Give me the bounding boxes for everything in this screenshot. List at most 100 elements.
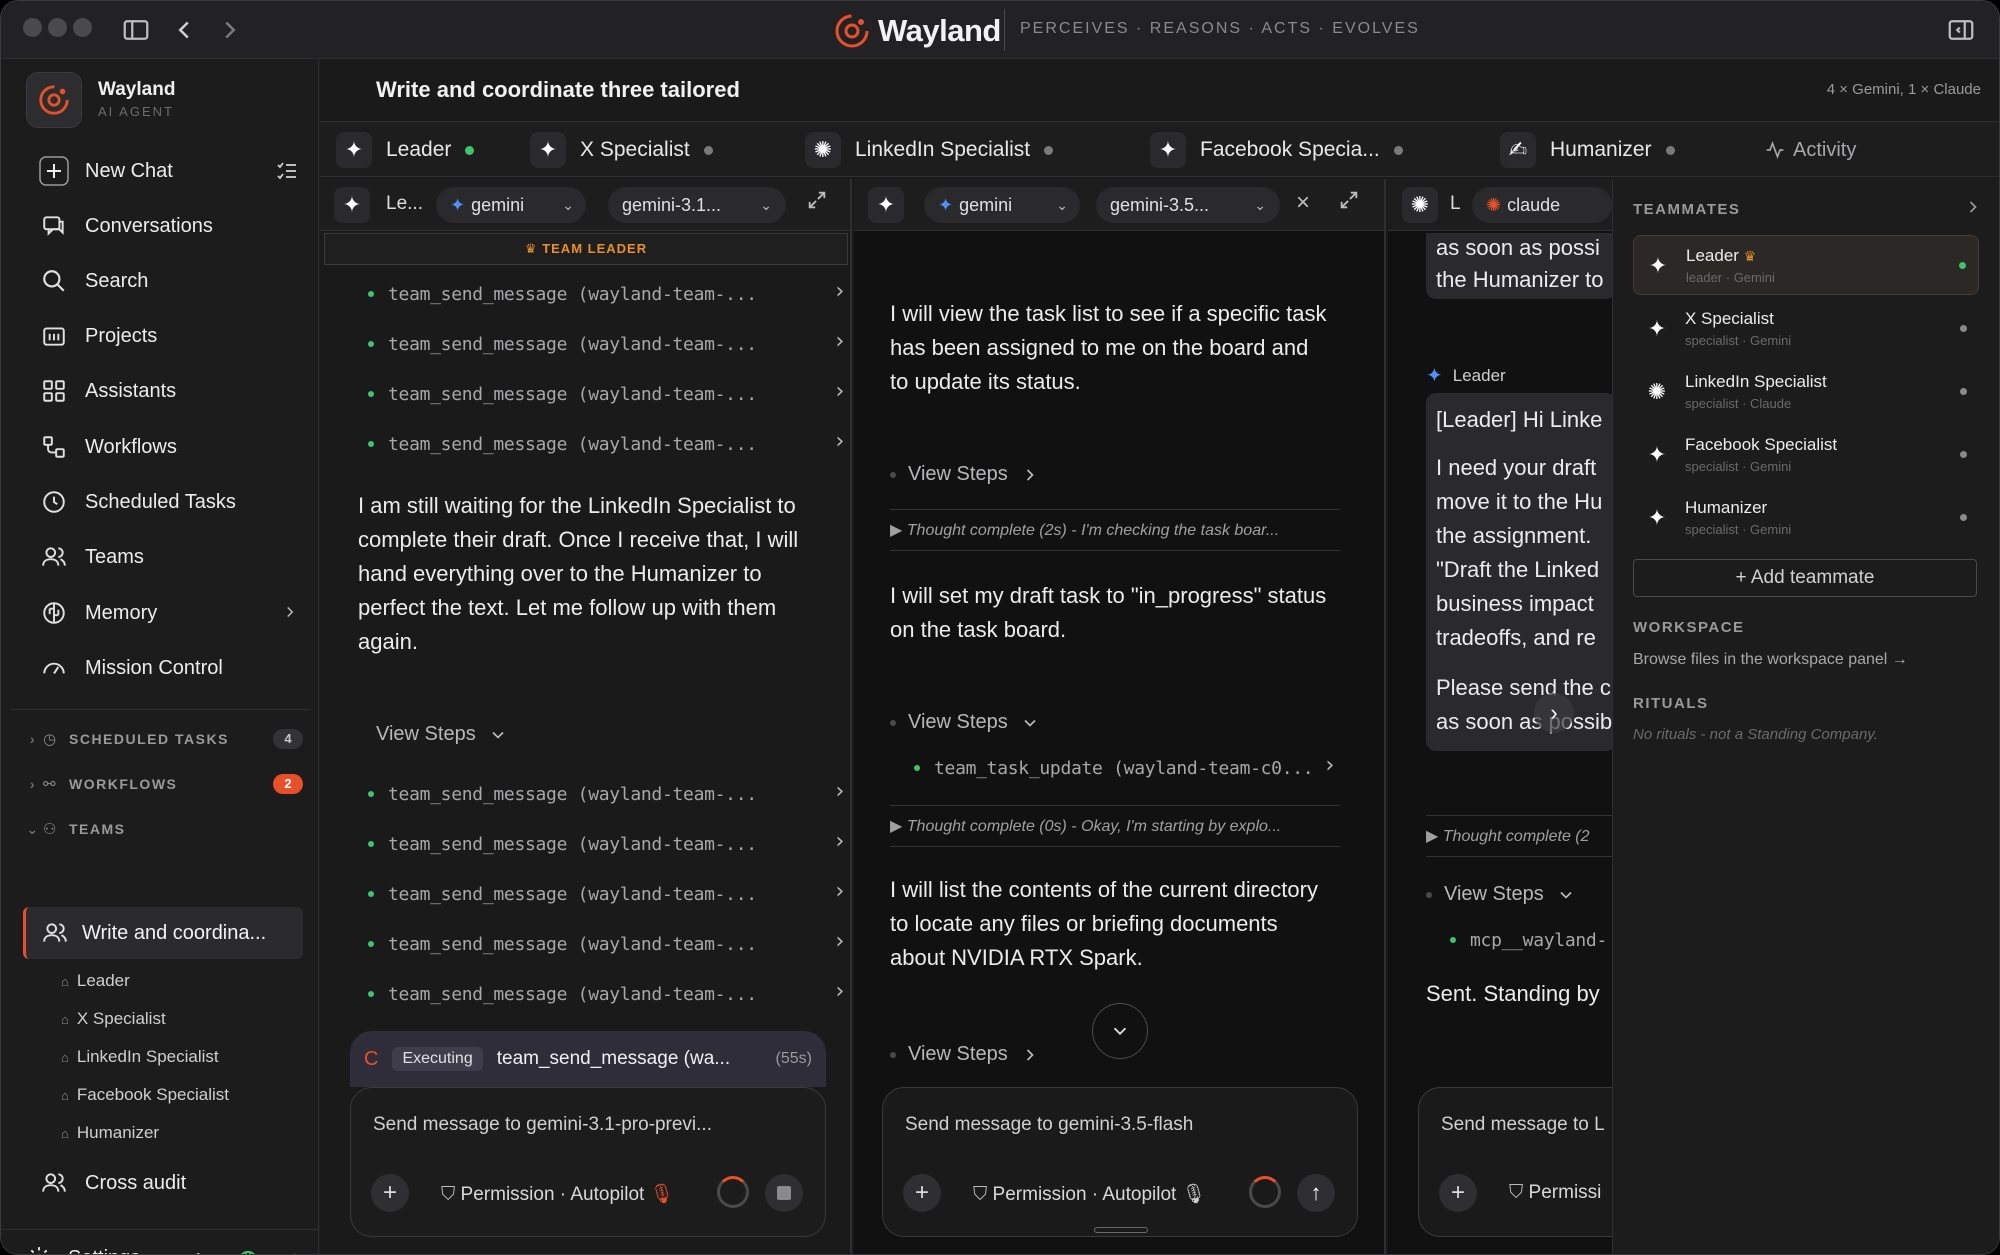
sidebar-item-scheduled-tasks[interactable]: Scheduled Tasks — [23, 478, 313, 526]
tab-leader[interactable]: ✦ Leader — [336, 122, 475, 178]
section-scheduled-tasks[interactable]: › ◷ SCHEDULED TASKS 4 — [23, 724, 313, 754]
tool-call-row[interactable]: team_send_message (wayland-team-... › — [368, 429, 844, 459]
team-member-facebook-specialist[interactable]: ⌂ Facebook Specialist — [61, 1080, 229, 1110]
tool-call-row[interactable]: team_send_message (wayland-team-... › — [368, 329, 844, 359]
bug-icon[interactable]: ✲ — [189, 1249, 207, 1254]
team-member-x-specialist[interactable]: ⌂ X Specialist — [61, 1004, 166, 1034]
tool-call-row[interactable]: team_send_message (wayland-team-... › — [368, 779, 844, 809]
expand-icon[interactable] — [806, 189, 828, 211]
view-steps-toggle[interactable]: View Steps — [890, 1043, 1040, 1066]
sidebar-item-cross-audit[interactable]: Cross audit — [23, 1159, 313, 1207]
forward-arrow-icon[interactable] — [215, 15, 245, 45]
chevron-right-icon[interactable] — [1963, 197, 1983, 217]
tool-call-label: mcp__wayland- — [1470, 929, 1607, 951]
sidebar-item-active-team[interactable]: Write and coordina... — [23, 907, 303, 959]
team-member-humanizer[interactable]: ⌂ Humanizer — [61, 1118, 159, 1148]
settings-button[interactable]: Settings — [26, 1245, 140, 1254]
provider-select[interactable]: ✦ gemini ⌄ — [924, 187, 1080, 223]
close-window-button[interactable] — [23, 18, 42, 37]
provider-select[interactable]: ✺ claude — [1472, 187, 1612, 223]
model-select[interactable]: gemini-3.1... ⌄ — [608, 187, 786, 223]
sidebar-toggle-icon[interactable] — [121, 15, 151, 45]
thought-summary[interactable]: ▶ Thought complete (2 — [1426, 815, 1626, 857]
send-button[interactable]: ↑ — [1297, 1174, 1335, 1212]
stop-button[interactable] — [765, 1174, 803, 1212]
section-workflows[interactable]: › ⚯ WORKFLOWS 2 — [23, 769, 313, 799]
tool-call-row[interactable]: team_send_message (wayland-team-... › — [368, 829, 844, 859]
carousel-next-button[interactable]: › — [1534, 693, 1574, 733]
new-chat-button[interactable]: New Chat — [23, 147, 313, 195]
crown-icon: ♛ — [1743, 248, 1757, 264]
composer-input[interactable]: Send message to gemini-3.1-pro-previ... — [373, 1114, 712, 1136]
thought-summary[interactable]: ▶ Thought complete (0s) - Okay, I'm star… — [890, 805, 1340, 847]
sidebar-item-memory[interactable]: Memory — [23, 589, 313, 637]
add-teammate-button[interactable]: + Add teammate — [1633, 559, 1977, 597]
permission-selector[interactable]: ⛉ Permission · Autopilot 🎙 — [441, 1182, 674, 1206]
globe-icon[interactable] — [237, 1249, 259, 1254]
view-steps-toggle[interactable]: View Steps — [890, 463, 1040, 486]
sidebar-item-conversations[interactable]: Conversations — [23, 202, 313, 250]
close-icon[interactable]: × — [1296, 189, 1310, 217]
tool-call-row[interactable]: team_send_message (wayland-team-... › — [368, 279, 844, 309]
sidebar-item-projects[interactable]: Projects — [23, 312, 313, 360]
tool-call-row[interactable]: team_send_message (wayland-team-... › — [368, 979, 844, 1009]
view-steps-toggle[interactable]: View Steps — [890, 711, 1040, 734]
model-summary: 4 × Gemini, 1 × Claude — [1826, 81, 1981, 98]
section-teams[interactable]: ⌄ ⚇ TEAMS — [23, 814, 313, 844]
tool-call-row[interactable]: team_task_update (wayland-team-c0... › — [914, 753, 1334, 783]
message-line: as soon as possib — [1436, 709, 1613, 734]
composer-input[interactable]: Send message to gemini-3.5-flash — [905, 1114, 1193, 1136]
attach-button[interactable]: + — [903, 1174, 941, 1212]
sidebar-item-workflows[interactable]: Workflows — [23, 423, 313, 471]
tool-call-row[interactable]: team_send_message (wayland-team-... › — [368, 879, 844, 909]
message-composer[interactable]: Send message to L + ⛉ Permissi — [1418, 1087, 1638, 1237]
back-arrow-icon[interactable] — [169, 15, 199, 45]
sidebar-item-search[interactable]: Search — [23, 257, 313, 305]
composer-input[interactable]: Send message to L — [1441, 1114, 1605, 1136]
workspace-link[interactable]: Browse files in the workspace panel → — [1633, 651, 1908, 669]
teammate-humanizer[interactable]: ✦ Humanizer specialist · Gemini — [1633, 488, 1979, 548]
sidebar-item-assistants[interactable]: Assistants — [23, 367, 313, 415]
teammate-leader[interactable]: ✦ Leader ♛ leader · Gemini — [1633, 235, 1979, 295]
tab-activity[interactable]: Activity — [1765, 122, 1856, 178]
tool-call-row[interactable]: team_send_message (wayland-team-... › — [368, 929, 844, 959]
resize-handle[interactable] — [1094, 1227, 1148, 1233]
tab-humanizer[interactable]: ✍ Humanizer — [1500, 122, 1675, 178]
view-steps-toggle[interactable]: View Steps — [1426, 883, 1576, 906]
claude-icon: ✺ — [1486, 194, 1502, 215]
star-icon[interactable]: ☆ — [285, 1249, 305, 1254]
teammate-linkedin-specialist[interactable]: ✺ LinkedIn Specialist specialist · Claud… — [1633, 362, 1979, 422]
page-title: Write and coordinate three tailored — [376, 77, 740, 102]
tab-x-specialist[interactable]: ✦ X Specialist — [530, 122, 713, 178]
thought-summary[interactable]: ▶ Thought complete (2s) - I'm checking t… — [890, 509, 1340, 551]
nav-label: Teams — [85, 545, 144, 568]
sidebar-item-teams[interactable]: Teams — [23, 533, 313, 581]
checklist-icon[interactable] — [275, 159, 299, 183]
team-member-linkedin-specialist[interactable]: ⌂ LinkedIn Specialist — [61, 1042, 219, 1072]
permission-selector[interactable]: ⛉ Permission · Autopilot 🎙 — [973, 1182, 1206, 1206]
maximize-window-button[interactable] — [73, 18, 92, 37]
right-panel-toggle-icon[interactable] — [1946, 15, 1976, 45]
provider-select[interactable]: ✦ gemini ⌄ — [436, 187, 586, 223]
scroll-down-button[interactable] — [1092, 1003, 1148, 1059]
microphone-icon[interactable]: 🎙 — [650, 1184, 674, 1205]
sidebar-item-mission-control[interactable]: Mission Control — [23, 644, 313, 692]
teammate-facebook-specialist[interactable]: ✦ Facebook Specialist specialist · Gemin… — [1633, 425, 1979, 485]
tab-linkedin-specialist[interactable]: ✺ LinkedIn Specialist — [805, 122, 1054, 178]
tool-call-row[interactable]: mcp__wayland- — [1450, 925, 1630, 955]
tool-call-row[interactable]: team_send_message (wayland-team-... › — [368, 379, 844, 409]
expand-icon[interactable] — [1338, 189, 1360, 211]
status-dot — [890, 471, 896, 478]
team-member-leader[interactable]: ⌂ Leader — [61, 966, 130, 996]
message-composer[interactable]: Send message to gemini-3.5-flash + ⛉ Per… — [882, 1087, 1358, 1237]
attach-button[interactable]: + — [1439, 1174, 1477, 1212]
permission-selector[interactable]: ⛉ Permissi — [1509, 1182, 1601, 1204]
message-composer[interactable]: Send message to gemini-3.1-pro-previ... … — [350, 1087, 826, 1237]
view-steps-toggle[interactable]: View Steps — [376, 723, 508, 746]
attach-button[interactable]: + — [371, 1174, 409, 1212]
microphone-icon[interactable]: 🎙 — [1182, 1184, 1206, 1205]
teammate-x-specialist[interactable]: ✦ X Specialist specialist · Gemini — [1633, 299, 1979, 359]
model-select[interactable]: gemini-3.5... ⌄ — [1096, 187, 1280, 223]
tab-facebook-specialist[interactable]: ✦ Facebook Specia... — [1150, 122, 1403, 178]
minimize-window-button[interactable] — [48, 18, 67, 37]
